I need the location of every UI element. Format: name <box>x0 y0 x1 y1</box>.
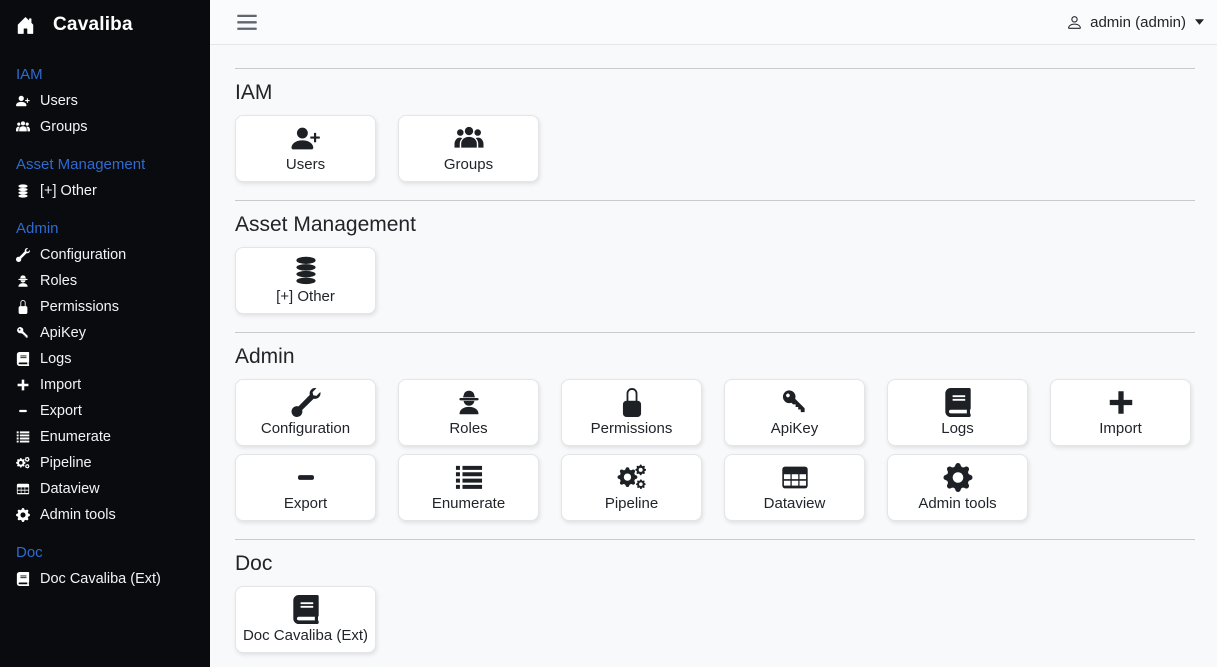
book-icon <box>289 595 323 624</box>
sidebar-item-pipeline[interactable]: Pipeline <box>0 450 210 476</box>
card-dataview[interactable]: Dataview <box>724 454 865 521</box>
card-permissions[interactable]: Permissions <box>561 379 702 446</box>
table-icon <box>16 482 30 496</box>
topbar: admin (admin) <box>210 0 1217 45</box>
content: IAM Users Groups Asset Management [+] Ot… <box>210 45 1217 667</box>
card-roles[interactable]: Roles <box>398 379 539 446</box>
card-grid: Doc Cavaliba (Ext) <box>235 586 1195 653</box>
sidebar-item-logs[interactable]: Logs <box>0 346 210 372</box>
person-icon <box>1066 14 1083 31</box>
card-grid: [+] Other <box>235 247 1195 314</box>
card-logs[interactable]: Logs <box>887 379 1028 446</box>
card-grid: Configuration Roles Permissions ApiKey L… <box>235 379 1195 521</box>
minus-icon <box>289 463 323 492</box>
card-apikey[interactable]: ApiKey <box>724 379 865 446</box>
key-icon <box>778 388 812 417</box>
home-icon <box>16 16 35 35</box>
plus-icon <box>16 378 30 392</box>
user-secret-icon <box>452 388 486 417</box>
list-icon <box>452 463 486 492</box>
section-divider <box>235 200 1195 201</box>
users-icon <box>452 124 486 153</box>
sidebar-item-configuration[interactable]: Configuration <box>0 242 210 268</box>
gear-icon <box>941 463 975 492</box>
card-import[interactable]: Import <box>1050 379 1191 446</box>
brand-home-link[interactable]: Cavaliba <box>0 0 210 48</box>
main-column: admin (admin) IAM Users Groups Asset Man… <box>210 0 1217 667</box>
sidebar-nav: IAM Users Groups Asset Management [+] Ot… <box>0 48 210 592</box>
database-icon <box>16 184 30 198</box>
sidebar-item-doc-cavaliba-ext[interactable]: Doc Cavaliba (Ext) <box>0 566 210 592</box>
wrench-icon <box>289 388 323 417</box>
user-menu-label: admin (admin) <box>1090 14 1186 31</box>
card-enumerate[interactable]: Enumerate <box>398 454 539 521</box>
hamburger-menu-button[interactable] <box>237 14 257 31</box>
user-menu-dropdown[interactable]: admin (admin) <box>1066 14 1204 31</box>
gears-icon <box>16 456 30 470</box>
book-icon <box>16 572 30 586</box>
lock-icon <box>615 388 649 417</box>
section-title-asset-management: Asset Management <box>235 213 1195 237</box>
card-admin-tools[interactable]: Admin tools <box>887 454 1028 521</box>
users-icon <box>16 120 30 134</box>
minus-icon <box>16 404 30 418</box>
database-icon <box>289 256 323 285</box>
sidebar-item-enumerate[interactable]: Enumerate <box>0 424 210 450</box>
sidebar-section-admin: Admin <box>0 213 210 242</box>
content-section: Admin Configuration Roles Permissions Ap… <box>235 332 1195 521</box>
card-grid: Users Groups <box>235 115 1195 182</box>
sidebar-item-apikey[interactable]: ApiKey <box>0 320 210 346</box>
sidebar-item-export[interactable]: Export <box>0 398 210 424</box>
sidebar-item-users[interactable]: Users <box>0 88 210 114</box>
sidebar-item-dataview[interactable]: Dataview <box>0 476 210 502</box>
card-export[interactable]: Export <box>235 454 376 521</box>
lock-icon <box>16 300 30 314</box>
user-secret-icon <box>16 274 30 288</box>
caret-down-icon <box>1195 19 1204 25</box>
book-icon <box>16 352 30 366</box>
sidebar-item-groups[interactable]: Groups <box>0 114 210 140</box>
sidebar: Cavaliba IAM Users Groups Asset Manageme… <box>0 0 210 667</box>
card-pipeline[interactable]: Pipeline <box>561 454 702 521</box>
section-divider <box>235 332 1195 333</box>
gear-icon <box>16 508 30 522</box>
sidebar-item-permissions[interactable]: Permissions <box>0 294 210 320</box>
card-configuration[interactable]: Configuration <box>235 379 376 446</box>
wrench-icon <box>16 248 30 262</box>
user-plus-icon <box>16 94 30 108</box>
hamburger-icon <box>237 14 257 31</box>
sidebar-section-iam: IAM <box>0 59 210 88</box>
card-users[interactable]: Users <box>235 115 376 182</box>
sidebar-item-roles[interactable]: Roles <box>0 268 210 294</box>
key-icon <box>16 326 30 340</box>
section-title-doc: Doc <box>235 552 1195 576</box>
gears-icon <box>615 463 649 492</box>
sidebar-item-other[interactable]: [+] Other <box>0 178 210 204</box>
user-plus-icon <box>289 124 323 153</box>
section-title-iam: IAM <box>235 81 1195 105</box>
book-icon <box>941 388 975 417</box>
brand-title: Cavaliba <box>53 14 133 36</box>
sidebar-item-admin-tools[interactable]: Admin tools <box>0 502 210 528</box>
sidebar-section-asset-management: Asset Management <box>0 149 210 178</box>
app-window: Cavaliba IAM Users Groups Asset Manageme… <box>0 0 1217 667</box>
card-other[interactable]: [+] Other <box>235 247 376 314</box>
content-section: Doc Doc Cavaliba (Ext) <box>235 539 1195 653</box>
sidebar-item-import[interactable]: Import <box>0 372 210 398</box>
list-icon <box>16 430 30 444</box>
table-icon <box>778 463 812 492</box>
section-title-admin: Admin <box>235 345 1195 369</box>
card-doc-cavaliba-ext[interactable]: Doc Cavaliba (Ext) <box>235 586 376 653</box>
card-groups[interactable]: Groups <box>398 115 539 182</box>
plus-icon <box>1104 388 1138 417</box>
sidebar-section-doc: Doc <box>0 537 210 566</box>
content-section: IAM Users Groups <box>235 68 1195 182</box>
section-divider <box>235 539 1195 540</box>
content-section: Asset Management [+] Other <box>235 200 1195 314</box>
section-divider <box>235 68 1195 69</box>
